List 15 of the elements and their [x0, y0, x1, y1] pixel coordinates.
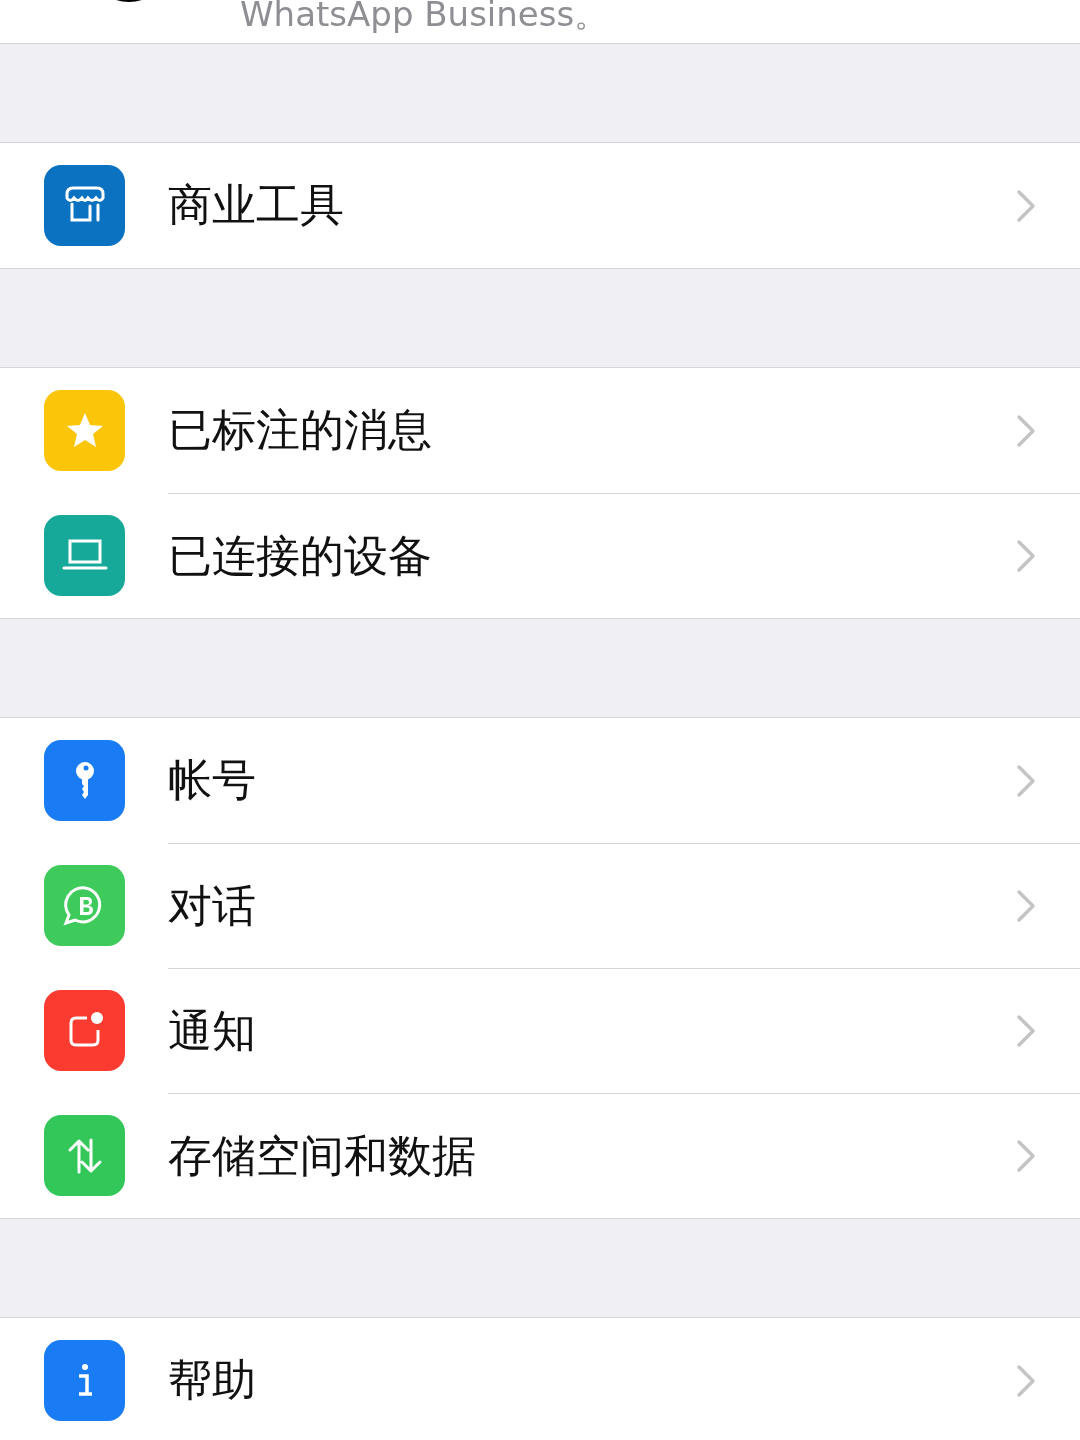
chevron-icon	[1016, 188, 1036, 223]
menu-item-label[interactable]: 已标注的消息	[168, 404, 1016, 457]
chevron-icon	[1016, 763, 1036, 798]
menu-item-label[interactable]: 对话	[168, 879, 1016, 933]
chevron-icon	[1016, 1139, 1036, 1173]
menu-item-label[interactable]: 存储空间和数据	[168, 1129, 1016, 1183]
chevron-icon	[1016, 1363, 1036, 1398]
chevron-icon	[1016, 413, 1036, 448]
menu-item-label[interactable]: 已连接的设备	[168, 529, 1016, 583]
chevron-icon	[1016, 539, 1036, 573]
description-text: WhatsApp Business。	[240, 0, 609, 34]
menu-item-label[interactable]: 通知	[168, 1004, 1016, 1058]
menu-item-label[interactable]: 帐号	[168, 754, 1016, 807]
chevron-icon	[1016, 889, 1036, 923]
chevron-icon	[1016, 1014, 1036, 1048]
